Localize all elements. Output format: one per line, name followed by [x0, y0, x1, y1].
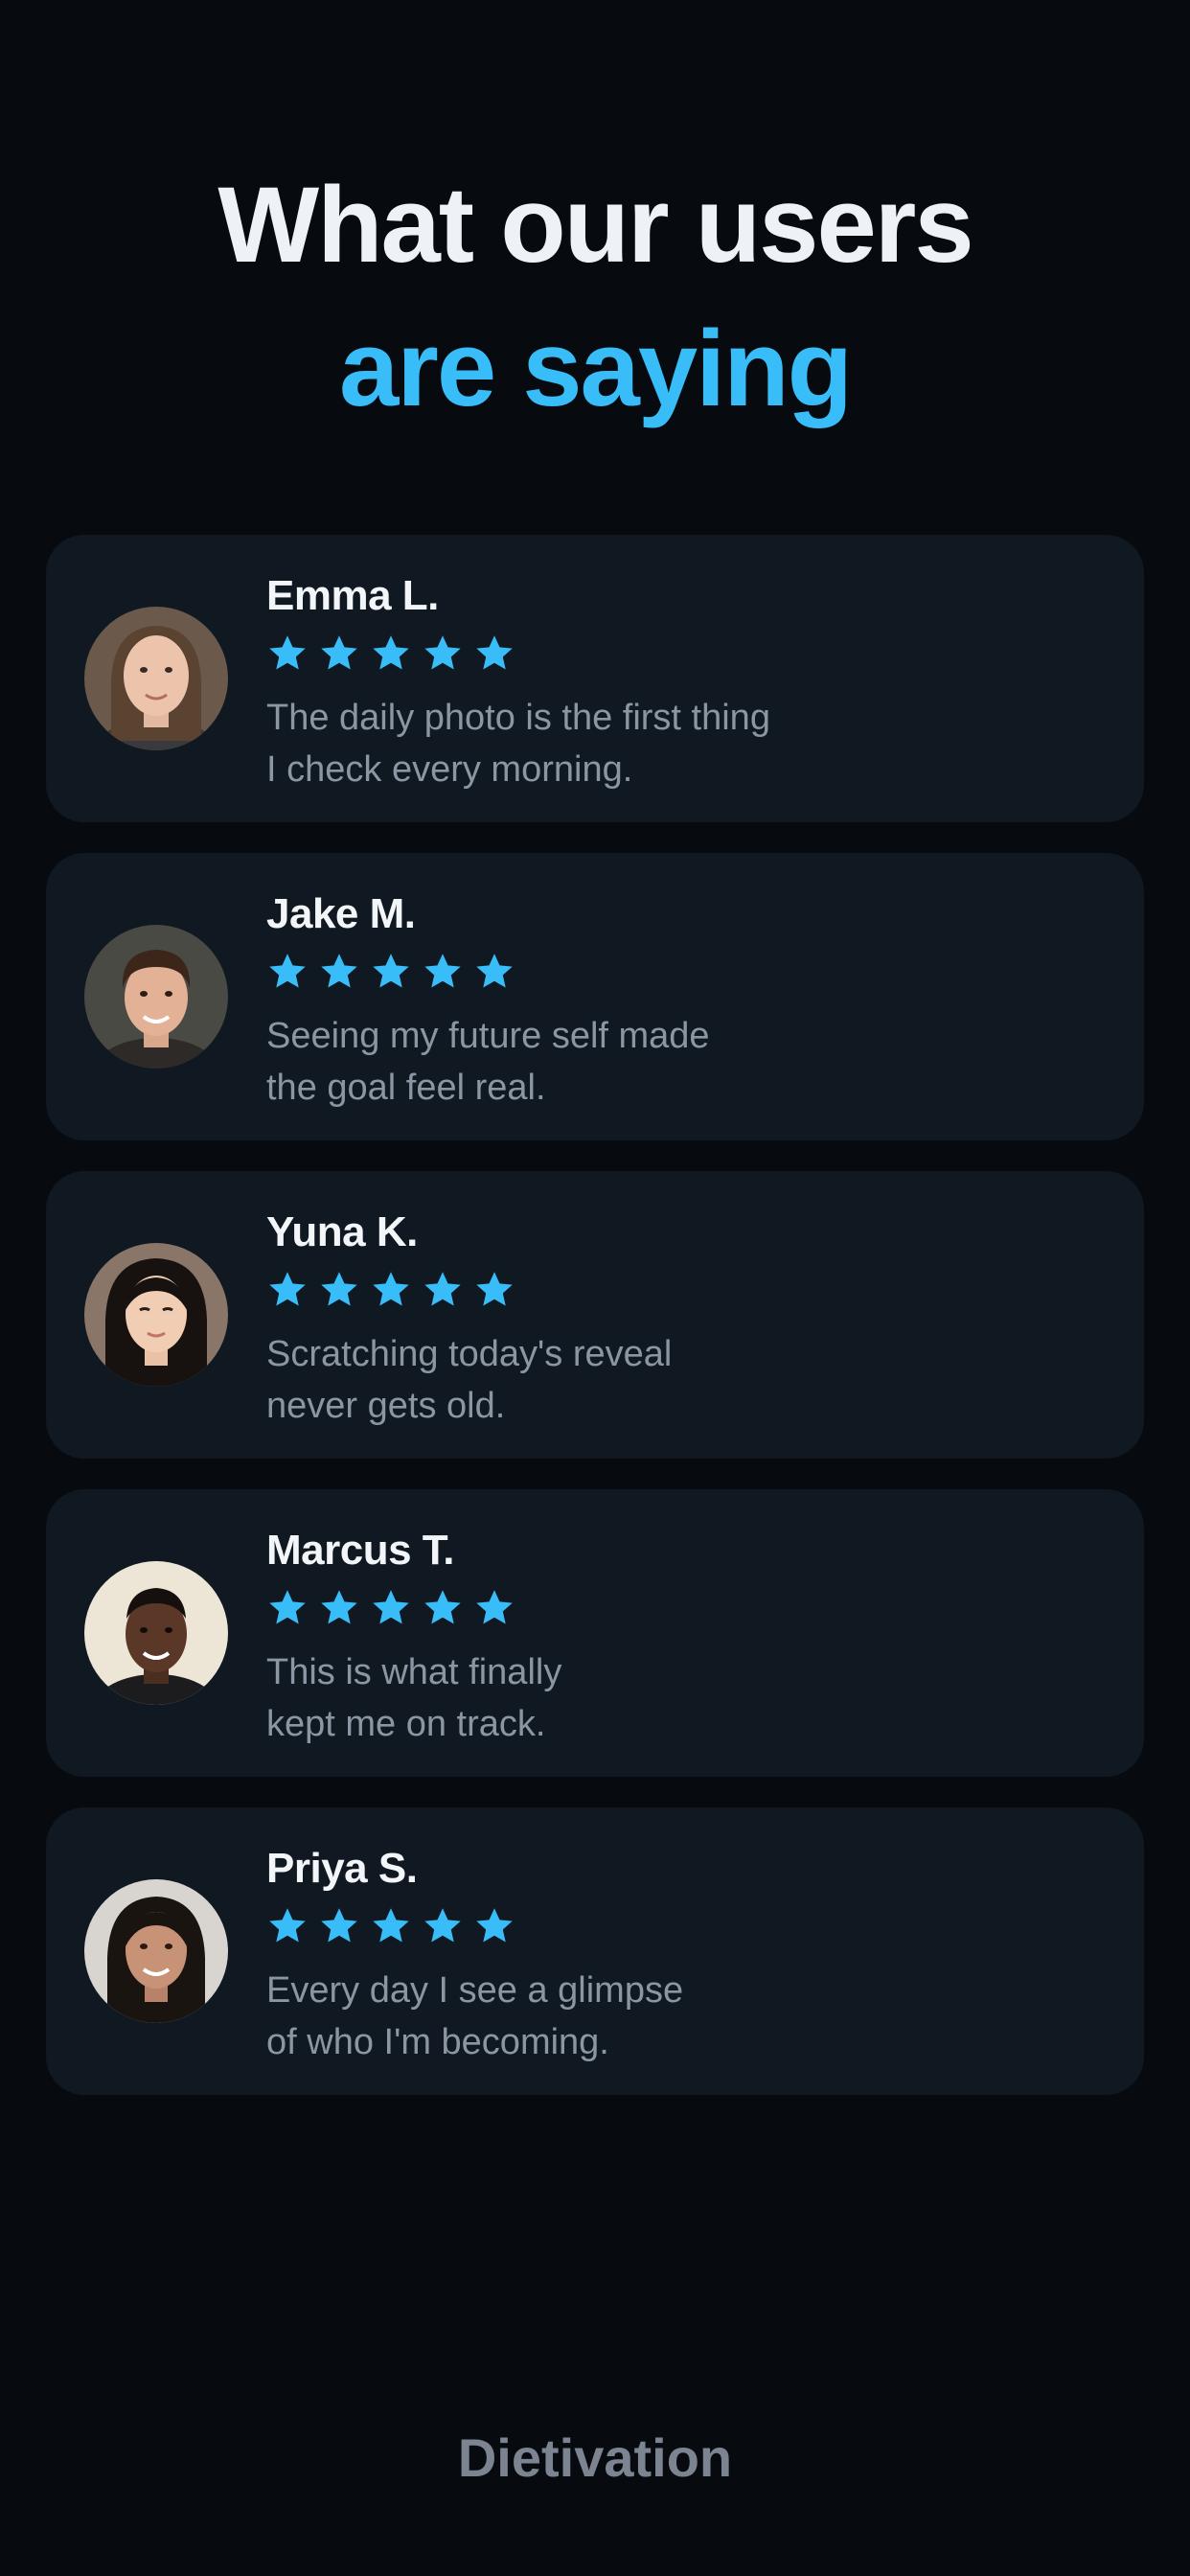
star-icon	[318, 951, 360, 993]
quote-line: Seeing my future self made	[266, 1016, 710, 1056]
star-icon	[422, 1587, 464, 1629]
star-icon	[266, 951, 309, 993]
star-icon	[266, 1269, 309, 1311]
avatar-photo-man-icon	[84, 1561, 228, 1705]
avatar	[84, 1561, 228, 1705]
quote-line: of who I'm becoming.	[266, 2022, 609, 2062]
quote-line: the goal feel real.	[266, 1068, 546, 1108]
reviewer-name: Emma L.	[266, 572, 439, 619]
star-rating	[266, 629, 1106, 678]
testimonial-quote: This is what finally kept me on track.	[266, 1646, 1106, 1750]
star-icon	[422, 951, 464, 993]
testimonial-list: Emma L. The daily photo is the first thi…	[46, 535, 1144, 2126]
avatar	[84, 925, 228, 1069]
star-icon	[473, 632, 515, 675]
star-icon	[266, 1587, 309, 1629]
star-icon	[318, 1587, 360, 1629]
heading-line-2-accent: are saying	[338, 309, 853, 428]
star-icon	[370, 951, 412, 993]
reviewer-name: Marcus T.	[266, 1527, 455, 1574]
quote-line: The daily photo is the first thing	[266, 698, 770, 738]
star-icon	[473, 1905, 515, 1947]
star-rating	[266, 1901, 1106, 1951]
star-icon	[370, 1587, 412, 1629]
avatar-photo-woman-icon	[84, 1879, 228, 2023]
avatar	[84, 1243, 228, 1387]
avatar-photo-woman-icon	[84, 607, 228, 750]
testimonial-quote: Every day I see a glimpse of who I'm bec…	[266, 1965, 1106, 2068]
testimonial-card: Marcus T. This is what finally kept me o…	[46, 1489, 1144, 1777]
avatar	[84, 607, 228, 750]
star-icon	[422, 632, 464, 675]
star-icon	[370, 632, 412, 675]
page-heading: What our users are saying	[0, 153, 1190, 441]
star-icon	[473, 951, 515, 993]
testimonial-quote: The daily photo is the first thing I che…	[266, 692, 1106, 795]
quote-line: never gets old.	[266, 1386, 506, 1426]
testimonial-card: Emma L. The daily photo is the first thi…	[46, 535, 1144, 822]
star-icon	[318, 632, 360, 675]
star-icon	[473, 1587, 515, 1629]
quote-line: Scratching today's reveal	[266, 1334, 673, 1374]
testimonial-quote: Scratching today's reveal never gets old…	[266, 1328, 1106, 1432]
star-icon	[370, 1905, 412, 1947]
star-icon	[422, 1269, 464, 1311]
quote-line: kept me on track.	[266, 1704, 546, 1744]
testimonial-card: Yuna K. Scratching today's reveal never …	[46, 1171, 1144, 1459]
avatar	[84, 1879, 228, 2023]
testimonial-card: Priya S. Every day I see a glimpse of wh…	[46, 1807, 1144, 2095]
avatar-photo-woman-icon	[84, 1243, 228, 1387]
quote-line: This is what finally	[266, 1652, 562, 1692]
reviewer-name: Priya S.	[266, 1845, 418, 1892]
star-icon	[266, 1905, 309, 1947]
star-icon	[473, 1269, 515, 1311]
star-icon	[318, 1905, 360, 1947]
avatar-photo-man-icon	[84, 925, 228, 1069]
star-icon	[266, 632, 309, 675]
heading-line-1: What our users	[217, 165, 973, 285]
quote-line: I check every morning.	[266, 749, 633, 790]
star-rating	[266, 1583, 1106, 1633]
star-rating	[266, 947, 1106, 997]
testimonial-quote: Seeing my future self made the goal feel…	[266, 1010, 1106, 1114]
star-icon	[422, 1905, 464, 1947]
quote-line: Every day I see a glimpse	[266, 1970, 684, 2011]
reviewer-name: Yuna K.	[266, 1208, 418, 1255]
star-rating	[266, 1265, 1106, 1315]
reviewer-name: Jake M.	[266, 890, 416, 937]
brand-logo-text: Dietivation	[457, 2427, 733, 2488]
star-icon	[318, 1269, 360, 1311]
testimonial-card: Jake M. Seeing my future self made the g…	[46, 853, 1144, 1140]
star-icon	[370, 1269, 412, 1311]
